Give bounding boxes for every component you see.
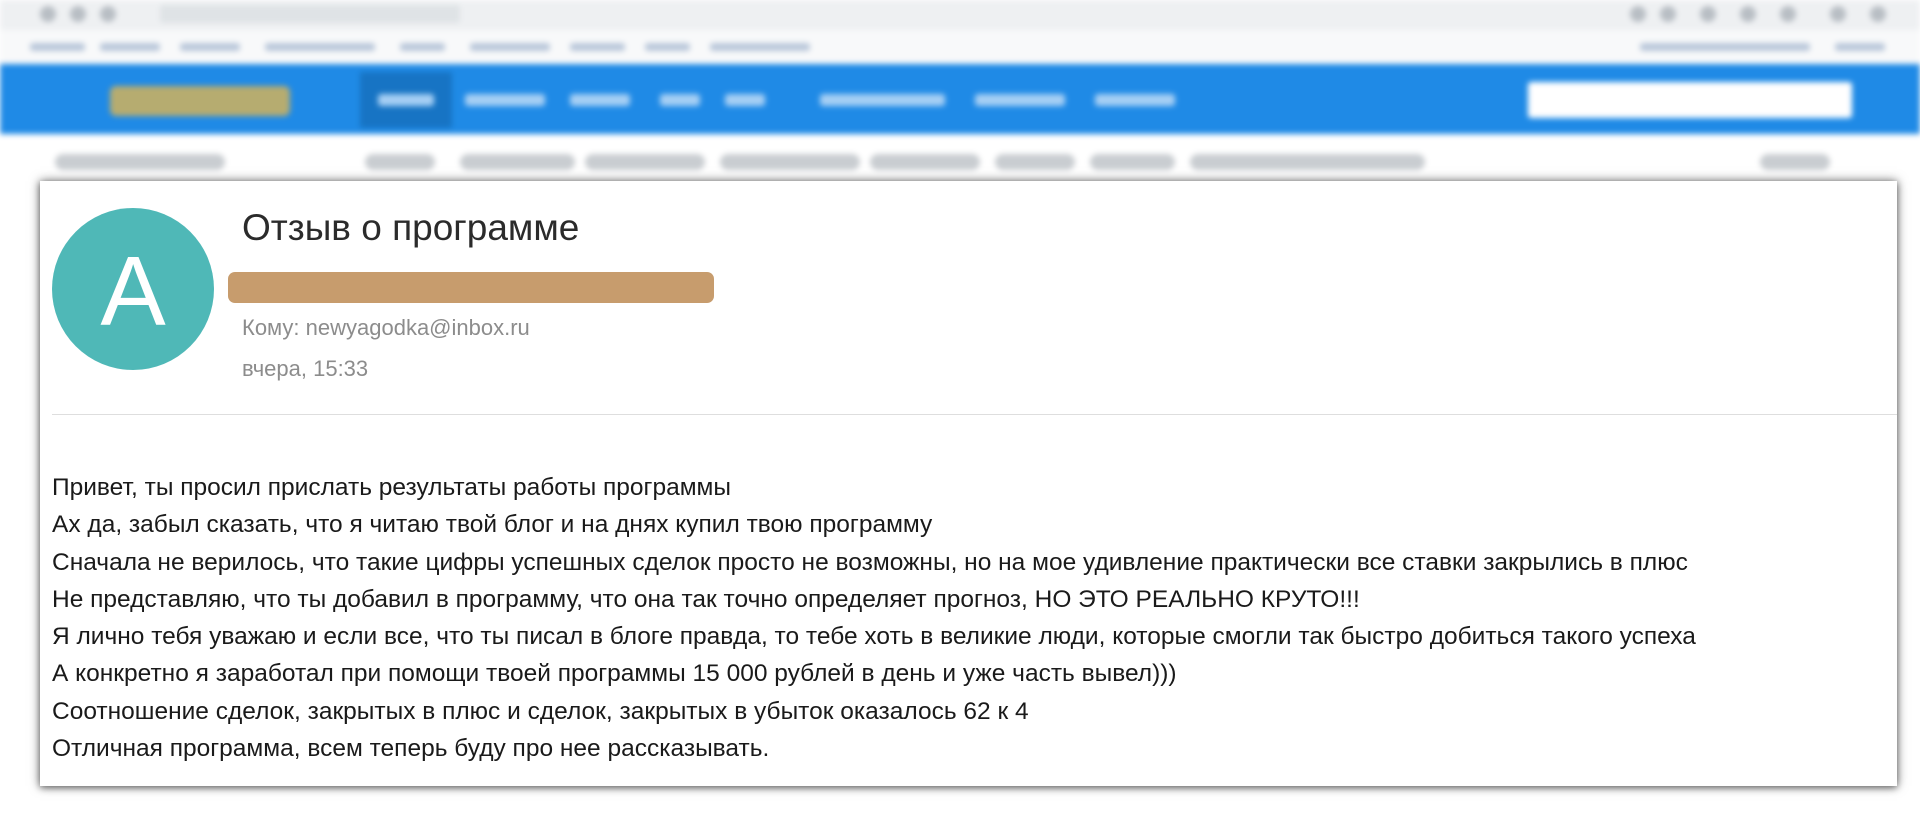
email-body: Привет, ты просил прислать результаты ра… — [52, 469, 1892, 767]
body-line: Ах да, забыл сказать, что я читаю твой б… — [52, 511, 933, 539]
sender-avatar[interactable]: A — [52, 208, 214, 370]
nav-item — [725, 94, 765, 106]
toolbar-button — [585, 154, 705, 170]
bookmark — [570, 43, 625, 51]
nav-item — [820, 94, 945, 106]
bookmark — [265, 43, 375, 51]
browser-forward-icon — [70, 6, 86, 22]
browser-back-icon — [40, 6, 56, 22]
body-line: Привет, ты просил прислать результаты ра… — [52, 474, 732, 501]
browser-extension-icon — [1630, 6, 1646, 22]
bookmark — [645, 43, 690, 51]
browser-reload-icon — [100, 6, 116, 22]
body-line: Я лично тебя уважаю и если все, что ты п… — [52, 623, 1696, 651]
bookmark — [1835, 43, 1885, 51]
browser-extension-icon — [1740, 6, 1756, 22]
email-recipient[interactable]: Кому: newyagodka@inbox.ru — [242, 315, 530, 341]
body-line: Отличная программа, всем теперь буду про… — [52, 735, 770, 763]
bookmark — [470, 43, 550, 51]
nav-item — [975, 94, 1065, 106]
browser-extension-icon — [1660, 6, 1676, 22]
toolbar-button — [460, 154, 575, 170]
browser-tab-bar — [0, 0, 1920, 30]
bookmark — [100, 43, 160, 51]
bookmark — [30, 43, 85, 51]
email-subject: Отзыв о программе — [242, 207, 580, 248]
email-message: A Отзыв о программе Кому: newyagodka@inb… — [40, 181, 1897, 786]
browser-menu-icon — [1870, 6, 1886, 22]
avatar-letter: A — [100, 236, 166, 346]
bookmark — [180, 43, 240, 51]
nav-item — [660, 94, 700, 106]
browser-extension-icon — [1700, 6, 1716, 22]
body-line: А конкретно я заработал при помощи твоей… — [52, 660, 1177, 688]
header-divider — [52, 414, 1897, 415]
browser-extension-icon — [1780, 6, 1796, 22]
toolbar-button — [365, 154, 435, 170]
body-line: Соотношение сделок, закрытых в плюс и сд… — [52, 697, 1029, 725]
mail-logo — [110, 86, 290, 116]
body-line: Сначала не верилось, что такие цифры усп… — [52, 548, 1688, 576]
body-line: Не представляю, что ты добавил в програм… — [52, 585, 1360, 613]
bookmark — [400, 43, 445, 51]
toolbar-button — [1760, 154, 1830, 170]
sender-redacted-bar — [228, 272, 714, 303]
mail-nav-bar — [0, 64, 1920, 134]
browser-address-bar — [160, 5, 460, 23]
nav-item — [1095, 94, 1175, 106]
nav-active-tab — [360, 72, 452, 128]
toolbar-button — [1090, 154, 1175, 170]
browser-extension-icon — [1830, 6, 1846, 22]
toolbar-button — [720, 154, 860, 170]
toolbar-button — [995, 154, 1075, 170]
nav-item — [570, 94, 630, 106]
toolbar-button — [870, 154, 980, 170]
toolbar-button — [55, 154, 225, 170]
mail-search — [1528, 82, 1852, 118]
nav-item — [378, 94, 434, 106]
bookmark — [1640, 43, 1810, 51]
email-date: вчера, 15:33 — [242, 356, 369, 381]
toolbar-button — [1190, 154, 1425, 170]
nav-item — [465, 94, 545, 106]
bookmark — [710, 43, 810, 51]
bookmarks-bar — [0, 30, 1920, 64]
